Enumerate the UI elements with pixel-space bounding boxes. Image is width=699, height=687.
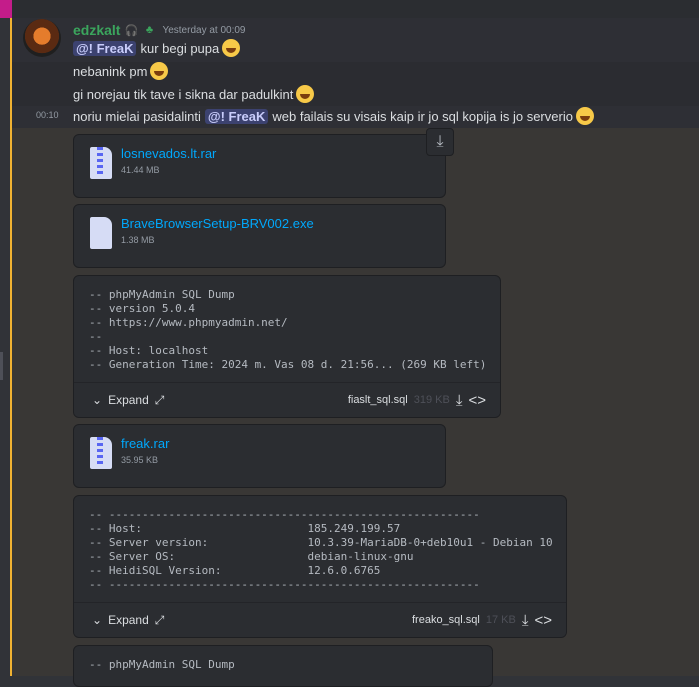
code-attachment: -- -------------------------------------… [73,495,567,638]
code-preview: -- phpMyAdmin SQL Dump [89,658,235,671]
download-icon[interactable]: ⤓ [456,392,463,409]
message-text: kur begi pupa [140,40,220,56]
expand-label: Expand [108,613,149,627]
headphones-icon: 🎧 [124,24,139,37]
code-icon[interactable]: <> [468,392,486,409]
code-file-name[interactable]: freako_sql.sql [412,614,480,626]
server-accent [0,0,12,18]
grin-emoji [222,39,241,57]
expand-label: Expand [108,393,149,407]
message-line: @! FreaK kur begi pupa [73,39,241,57]
message-header: edzkalt 🎧 ♣ Yesterday at 00:09 [73,21,246,39]
expand-button[interactable]: ⌄ Expand ⤢ [92,613,164,628]
code-attachment: -- phpMyAdmin SQL Dump -- version 5.0.4 … [73,275,501,418]
badge-icon: ♣ [145,24,154,36]
username[interactable]: edzkalt [73,22,120,38]
code-footer: ⌄ Expand ⤢ freako_sql.sql 17 KB ⤓ <> [74,602,566,637]
grin-emoji [296,85,315,103]
file-size: 35.95 KB [121,455,159,465]
archive-file-icon [90,147,112,179]
avatar[interactable] [23,19,61,57]
file-name-link[interactable]: losnevados.lt.rar [121,146,216,161]
archive-file-icon [90,437,112,469]
grin-emoji [575,107,594,125]
download-icon[interactable]: ⤓ [426,128,454,156]
file-name-link[interactable]: BraveBrowserSetup-BRV002.exe [121,216,314,231]
message-text: web failais su visais kaip ir jo sql kop… [272,108,573,124]
file-size: 1.38 MB [121,235,155,245]
message-text: nebanink pm [73,63,148,79]
file-attachment: losnevados.lt.rar 41.44 MB [73,134,446,198]
expand-icon: ⤢ [154,612,165,627]
grin-emoji [150,62,169,80]
message-text: noriu mielai pasidalinti [73,108,201,124]
code-attachment: -- phpMyAdmin SQL Dump [73,645,493,687]
expand-icon: ⤢ [154,392,165,407]
code-footer: ⌄ Expand ⤢ fiaslt_sql.sql 319 KB ⤓ <> [74,382,500,417]
file-icon [90,217,112,249]
user-mention[interactable]: @! FreaK [204,108,269,124]
code-file-info: freako_sql.sql 17 KB ⤓ <> [412,612,552,629]
download-icon[interactable]: ⤓ [522,612,529,629]
code-file-size: 17 KB [485,614,516,626]
message-line: gi norejau tik tave i sikna dar padulkin… [73,85,315,103]
code-preview: -- -------------------------------------… [89,508,553,591]
file-name-link[interactable]: freak.rar [121,436,169,451]
chevron-down-icon: ⌄ [92,393,103,407]
timestamp: Yesterday at 00:09 [162,24,246,36]
chevron-down-icon: ⌄ [92,613,103,627]
message-line: nebanink pm [73,62,169,80]
file-size: 41.44 MB [121,165,160,175]
file-attachment: BraveBrowserSetup-BRV002.exe 1.38 MB [73,204,446,268]
message-line: noriu mielai pasidalinti @! FreaK web fa… [73,107,594,125]
code-icon[interactable]: <> [534,612,552,629]
code-preview: -- phpMyAdmin SQL Dump -- version 5.0.4 … [89,288,487,371]
code-file-name[interactable]: fiaslt_sql.sql [348,394,408,406]
user-mention[interactable]: @! FreaK [73,40,137,56]
hover-timestamp: 00:10 [36,110,59,120]
scroll-indicator [0,352,3,380]
file-attachment: freak.rar 35.95 KB [73,424,446,488]
expand-button[interactable]: ⌄ Expand ⤢ [92,393,164,408]
top-bar [0,0,699,18]
code-file-size: 319 KB [413,394,450,406]
code-file-info: fiaslt_sql.sql 319 KB ⤓ <> [348,392,486,409]
message-text: gi norejau tik tave i sikna dar padulkin… [73,86,294,102]
